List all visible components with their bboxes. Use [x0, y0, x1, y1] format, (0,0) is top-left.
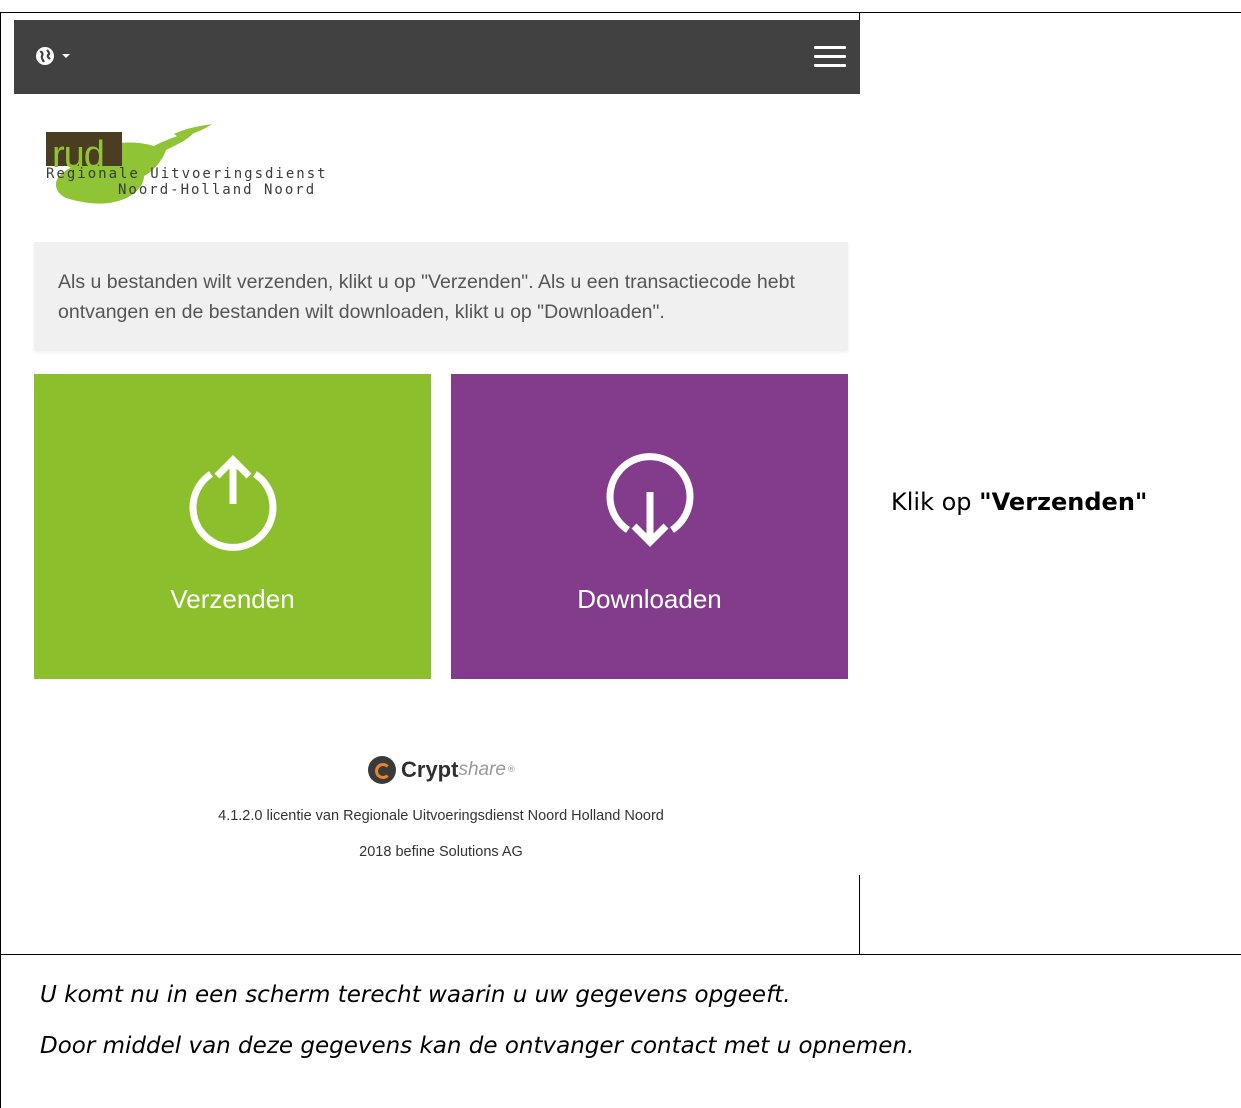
hamburger-menu-icon[interactable] [814, 46, 846, 68]
download-label: Downloaden [577, 584, 722, 614]
license-text: 4.1.2.0 licentie van Regionale Uitvoerin… [218, 808, 664, 824]
language-selector[interactable] [34, 44, 72, 68]
upload-icon [189, 455, 276, 551]
download-icon [606, 453, 693, 547]
table-row-divider [0, 954, 1241, 955]
instruction-prefix: Klik op [891, 488, 980, 516]
brand-bold: Crypt [401, 757, 459, 782]
cryptshare-mark-icon [368, 756, 396, 784]
note-line-2: Door middel van deze gegevens kan de ont… [40, 1033, 915, 1059]
brand-mark: ® [506, 765, 516, 775]
send-label: Verzenden [170, 584, 295, 614]
send-tile-button[interactable]: Verzenden [34, 374, 431, 679]
table-border-top [0, 12, 1241, 13]
top-navbar [14, 20, 860, 94]
logo-rud-box: rud [46, 132, 122, 174]
info-text: Als u bestanden wilt verzenden, klikt u … [58, 271, 795, 323]
copyright-text: 2018 befine Solutions AG [359, 844, 523, 860]
logo-line1: Regionale Uitvoeringsdienst [46, 166, 328, 182]
globe-icon [36, 47, 54, 65]
table-border-left [0, 12, 1, 1108]
instruction-text: Klik op "Verzenden" [891, 488, 1147, 516]
instruction-emphasis: "Verzenden" [979, 488, 1148, 516]
info-box: Als u bestanden wilt verzenden, klikt u … [34, 242, 848, 350]
cryptshare-logo: Crypt share ® [368, 755, 516, 785]
brand-light: share [458, 759, 506, 780]
download-tile-button[interactable]: Downloaden [451, 374, 848, 679]
logo-line2: Noord-Holland Noord [118, 182, 317, 198]
caret-down-icon [62, 54, 70, 58]
cryptshare-screenshot: rud Regionale Uitvoeringsdienst Noord-Ho… [14, 20, 860, 875]
note-line-1: U komt nu in een scherm terecht waarin u… [40, 982, 791, 1008]
rud-logo: rud Regionale Uitvoeringsdienst Noord-Ho… [44, 120, 364, 210]
